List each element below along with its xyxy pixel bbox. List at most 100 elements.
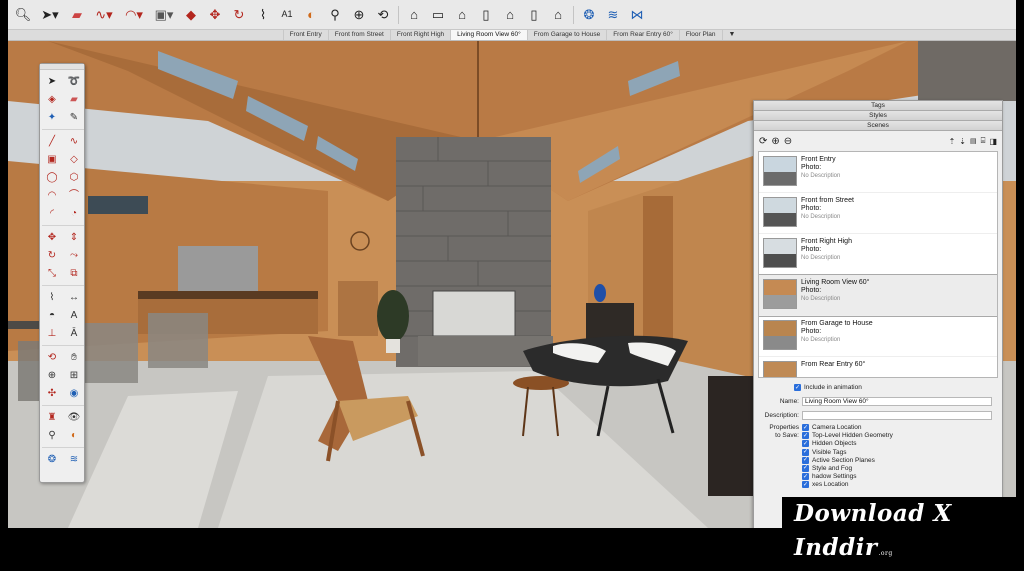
pie-icon[interactable]: ◔ (64, 205, 84, 222)
rotate-icon[interactable]: ↻ (228, 4, 250, 26)
dimension-icon[interactable]: ↔ (64, 289, 84, 306)
back-view-icon[interactable]: ⌂ (499, 4, 521, 26)
scene-list-item-from-rear-entry[interactable]: From Rear Entry 60° (759, 357, 997, 377)
pencil-icon[interactable]: ✎ (64, 109, 84, 126)
select-arrow-icon[interactable]: ➤▾ (36, 4, 64, 26)
include-in-animation-checkbox[interactable]: ✓ (794, 384, 801, 391)
property-item[interactable]: ✓ Hidden Objects (802, 440, 893, 448)
three-point-arc-icon[interactable]: ◜ (42, 205, 62, 222)
top-view-icon[interactable]: ▭ (427, 4, 449, 26)
paint-bucket-icon[interactable]: ◆ (180, 4, 202, 26)
orbit-icon[interactable]: ⟲ (372, 4, 394, 26)
offset-icon[interactable]: ⧉ (64, 265, 84, 282)
property-item[interactable]: ✓ hadow Settings (802, 473, 893, 481)
property-checkbox[interactable]: ✓ (802, 473, 809, 481)
move-up-icon[interactable]: ⇡ (949, 137, 956, 146)
previous-icon[interactable]: ◉ (64, 385, 84, 402)
scene-tab-living-room-view[interactable]: Living Room View 60° (450, 30, 527, 40)
look-around-icon[interactable]: 👁︎ (64, 409, 84, 426)
lasso-icon[interactable]: ➰ (64, 73, 84, 90)
eraser-icon[interactable]: ▰ (64, 91, 84, 108)
warehouse-icon[interactable]: ❂ (42, 451, 62, 468)
scene-name-field[interactable] (802, 397, 992, 406)
extension-warehouse-icon[interactable]: ❂ (578, 4, 600, 26)
paint-icon[interactable]: ◈ (42, 91, 62, 108)
scenes-panel-header[interactable]: Scenes (754, 121, 1002, 131)
position-camera-icon[interactable]: ♜ (42, 409, 62, 426)
scene-list-item-living-room-view[interactable]: Living Room View 60° Photo: No Descripti… (759, 274, 997, 317)
tape-measure-icon[interactable]: ⌇ (42, 289, 62, 306)
property-checkbox[interactable]: ✓ (802, 424, 809, 431)
line-icon[interactable]: ╱ (42, 133, 62, 150)
property-checkbox[interactable]: ✓ (802, 448, 809, 456)
text-icon[interactable]: A1 (276, 4, 298, 26)
move-icon[interactable]: ✥ (204, 4, 226, 26)
search-icon[interactable]: 🔍︎ (12, 4, 34, 26)
property-checkbox[interactable]: ✓ (802, 481, 809, 489)
expand-icon[interactable]: ◨ (989, 137, 997, 146)
scene-tab-front-entry[interactable]: Front Entry (282, 30, 328, 40)
freehand-icon[interactable]: ∿▾ (90, 4, 118, 26)
sandbox-smoove-icon[interactable]: ⋈ (626, 4, 648, 26)
extension-icon[interactable]: ≋ (64, 451, 84, 468)
move-tag-icon[interactable]: ✦ (42, 109, 62, 126)
rotated-rectangle-icon[interactable]: ◇ (64, 151, 84, 168)
details-icon[interactable]: ⌸ (981, 136, 986, 146)
scale-icon[interactable]: ⤡ (42, 265, 62, 282)
eraser-icon[interactable]: ▰ (66, 4, 88, 26)
scene-tab-from-rear-entry[interactable]: From Rear Entry 60° (606, 30, 679, 40)
sandbox-icon[interactable]: ≋ (602, 4, 624, 26)
scene-list-item-front-from-street[interactable]: Front from Street Photo: No Description (759, 193, 997, 234)
styles-panel-header[interactable]: Styles (754, 111, 1002, 121)
arc-icon[interactable]: ◠ (42, 187, 62, 204)
refresh-icon[interactable]: ⟳ (759, 136, 767, 147)
tape-measure-icon[interactable]: ⌇ (252, 4, 274, 26)
follow-me-icon[interactable]: ⤳ (64, 247, 84, 264)
scene-tab-front-from-street[interactable]: Front from Street (327, 30, 390, 40)
rotate-icon[interactable]: ↻ (42, 247, 62, 264)
scene-tab-from-garage-to-house[interactable]: From Garage to House (526, 30, 606, 40)
move-down-icon[interactable]: ⇣ (959, 137, 966, 146)
zoom-icon[interactable]: ⊕ (348, 4, 370, 26)
circle-icon[interactable]: ◯ (42, 169, 62, 186)
home-view-icon[interactable]: ⌂ (547, 4, 569, 26)
move-icon[interactable]: ✥ (42, 229, 62, 246)
front-view-icon[interactable]: ⌂ (451, 4, 473, 26)
select-icon[interactable]: ➤ (42, 73, 62, 90)
zoom-window-icon[interactable]: ⊞ (64, 367, 84, 384)
property-item[interactable]: ✓ Style and Fog (802, 464, 893, 472)
property-item[interactable]: ✓ xes Location (802, 481, 893, 489)
push-pull-icon[interactable]: ⇕ (64, 229, 84, 246)
property-checkbox[interactable]: ✓ (802, 456, 809, 464)
two-point-arc-icon[interactable]: ⌒ (64, 187, 84, 204)
iso-view-icon[interactable]: ⌂ (403, 4, 425, 26)
model-viewport[interactable]: ➤ ➰ ◈ ▰ ✦ ✎ ╱ ∿ ▣ ◇ ◯ ⬡ ◠ ⌒ ◜ ◔ ✥ ⇕ ↻ ⤳ … (8, 41, 1016, 528)
zoom-extents-icon[interactable]: ✣ (42, 385, 62, 402)
view-options-icon[interactable]: ▤ (970, 137, 977, 145)
add-scene-icon[interactable]: ⊕ (771, 136, 779, 147)
scene-tabs-more-button[interactable]: ▼ (721, 30, 742, 40)
scene-list[interactable]: Front Entry Photo: No Description Front … (758, 151, 998, 378)
remove-scene-icon[interactable]: ⊖ (784, 136, 792, 147)
rectangle-icon[interactable]: ▣ (42, 151, 62, 168)
property-checkbox[interactable]: ✓ (802, 432, 809, 440)
section-plane-icon[interactable]: ◐ (300, 4, 322, 26)
walk-icon[interactable]: ⚲ (42, 427, 62, 444)
scene-list-item-front-entry[interactable]: Front Entry Photo: No Description (759, 152, 997, 193)
axes-icon[interactable]: ⊥ (42, 325, 62, 342)
property-item[interactable]: ✓ Active Section Planes (802, 456, 893, 464)
orbit-icon[interactable]: ⟲ (42, 349, 62, 366)
rectangle-icon[interactable]: ▣▾ (150, 4, 178, 26)
protractor-icon[interactable]: ◓ (42, 307, 62, 324)
scene-list-item-front-right-high[interactable]: Front Right High Photo: No Description (759, 234, 997, 275)
tags-panel-header[interactable]: Tags (754, 101, 1002, 111)
scene-tab-floor-plan[interactable]: Floor Plan (678, 30, 722, 40)
large-tool-set-palette[interactable]: ➤ ➰ ◈ ▰ ✦ ✎ ╱ ∿ ▣ ◇ ◯ ⬡ ◠ ⌒ ◜ ◔ ✥ ⇕ ↻ ⤳ … (39, 63, 85, 483)
text-icon[interactable]: A (64, 307, 84, 324)
left-view-icon[interactable]: ▯ (523, 4, 545, 26)
section-plane-icon[interactable]: ◐ (64, 427, 84, 444)
walk-icon[interactable]: ⚲ (324, 4, 346, 26)
property-item[interactable]: ✓ Visible Tags (802, 448, 893, 456)
scene-description-field[interactable] (802, 411, 992, 420)
freehand-icon[interactable]: ∿ (64, 133, 84, 150)
